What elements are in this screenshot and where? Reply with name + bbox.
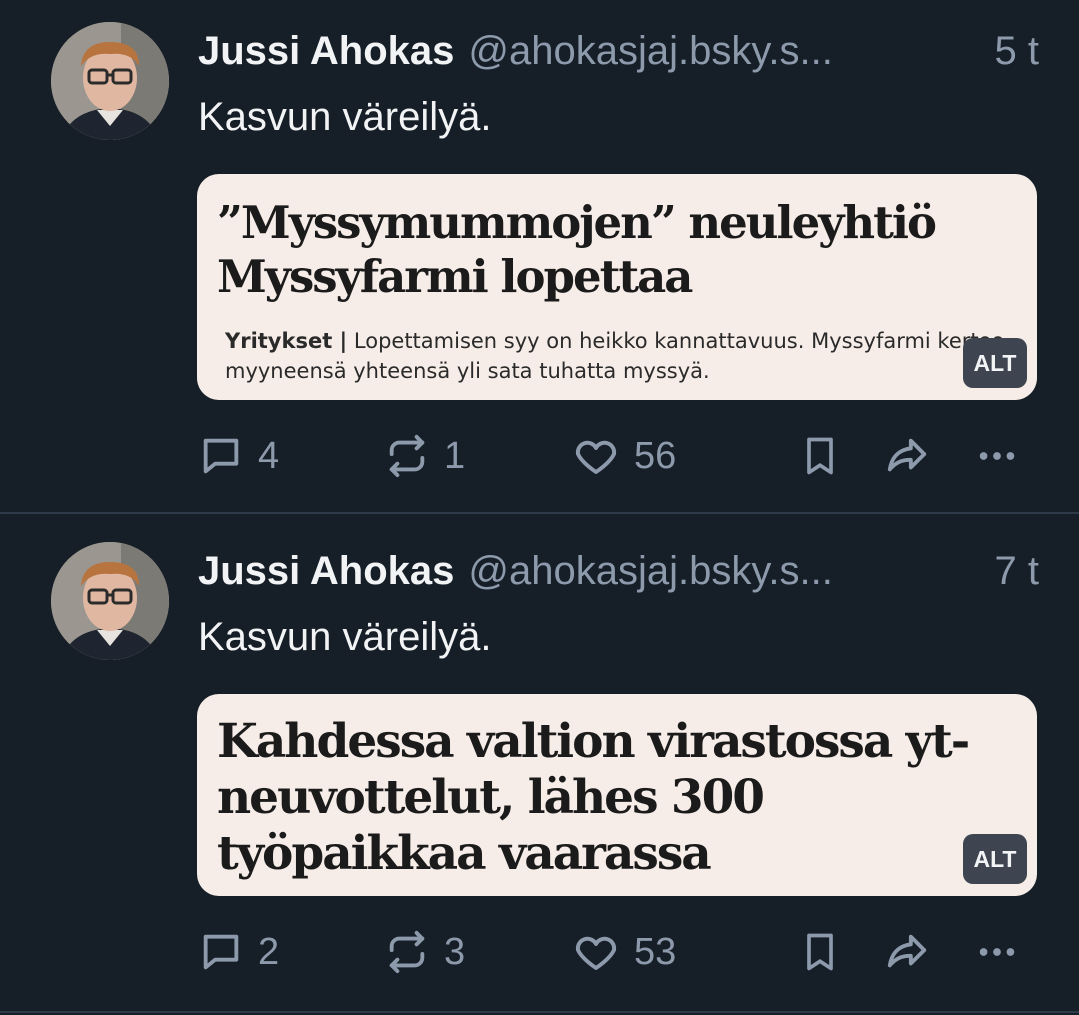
alt-badge[interactable]: ALT — [963, 338, 1027, 388]
alt-badge[interactable]: ALT — [963, 834, 1027, 884]
heart-icon — [572, 928, 620, 976]
image-headline: ”Myssymummojen” neuleyhtiö Myssyfarmi lo… — [217, 196, 937, 303]
author-name[interactable]: Jussi Ahokas — [198, 546, 454, 596]
post-text: Kasvun väreilyä. — [198, 615, 492, 659]
heart-icon — [572, 432, 620, 480]
post-text: Kasvun väreilyä. — [198, 95, 492, 139]
share-button[interactable] — [882, 922, 932, 982]
author-handle[interactable]: @ahokasjaj.bsky.s... — [468, 546, 982, 596]
bookmark-button[interactable] — [798, 922, 842, 982]
image-category: Yritykset | — [225, 329, 348, 353]
feed-post[interactable]: Jussi Ahokas @ahokasjaj.bsky.s... 5 t Ka… — [0, 0, 1079, 513]
author-handle[interactable]: @ahokasjaj.bsky.s... — [468, 26, 982, 76]
share-arrow-icon — [882, 433, 932, 479]
more-dots-icon — [974, 929, 1020, 975]
speech-bubble-icon — [198, 929, 244, 975]
like-button[interactable]: 56 — [572, 426, 676, 486]
repost-count: 3 — [444, 930, 466, 973]
author-name[interactable]: Jussi Ahokas — [198, 26, 454, 76]
avatar[interactable] — [51, 22, 169, 140]
bookmark-icon — [798, 929, 842, 975]
embedded-image[interactable]: Kahdessa valtion virastossa yt-neuvottel… — [197, 694, 1037, 896]
like-button[interactable]: 53 — [572, 922, 676, 982]
share-arrow-icon — [882, 929, 932, 975]
post-time[interactable]: 5 t — [995, 26, 1039, 76]
post-actions: 4 1 56 — [198, 426, 1039, 486]
post-divider — [0, 1011, 1079, 1013]
reply-button[interactable]: 2 — [198, 922, 279, 982]
repost-button[interactable]: 1 — [384, 426, 465, 486]
post-header: Jussi Ahokas @ahokasjaj.bsky.s... 7 t — [198, 546, 1039, 596]
post-time[interactable]: 7 t — [995, 546, 1039, 596]
repost-button[interactable]: 3 — [384, 922, 465, 982]
embedded-image[interactable]: ”Myssymummojen” neuleyhtiö Myssyfarmi lo… — [197, 174, 1037, 400]
reply-count: 2 — [258, 930, 280, 973]
post-header: Jussi Ahokas @ahokasjaj.bsky.s... 5 t — [198, 26, 1039, 76]
share-button[interactable] — [882, 426, 932, 486]
reply-button[interactable]: 4 — [198, 426, 279, 486]
post-actions: 2 3 53 — [198, 922, 1039, 982]
repost-arrows-icon — [384, 433, 430, 479]
image-summary: Yritykset | Lopettamisen syy on heikko k… — [225, 326, 1017, 386]
speech-bubble-icon — [198, 433, 244, 479]
more-button[interactable] — [974, 426, 1020, 486]
image-headline: Kahdessa valtion virastossa yt-neuvottel… — [217, 714, 970, 881]
like-count: 56 — [634, 434, 677, 477]
reply-count: 4 — [258, 434, 280, 477]
like-count: 53 — [634, 930, 677, 973]
bookmark-icon — [798, 433, 842, 479]
bookmark-button[interactable] — [798, 426, 842, 486]
feed-post[interactable]: Jussi Ahokas @ahokasjaj.bsky.s... 7 t Ka… — [0, 514, 1079, 1012]
repost-count: 1 — [444, 434, 466, 477]
more-button[interactable] — [974, 922, 1020, 982]
more-dots-icon — [974, 433, 1020, 479]
repost-arrows-icon — [384, 929, 430, 975]
avatar[interactable] — [51, 542, 169, 660]
